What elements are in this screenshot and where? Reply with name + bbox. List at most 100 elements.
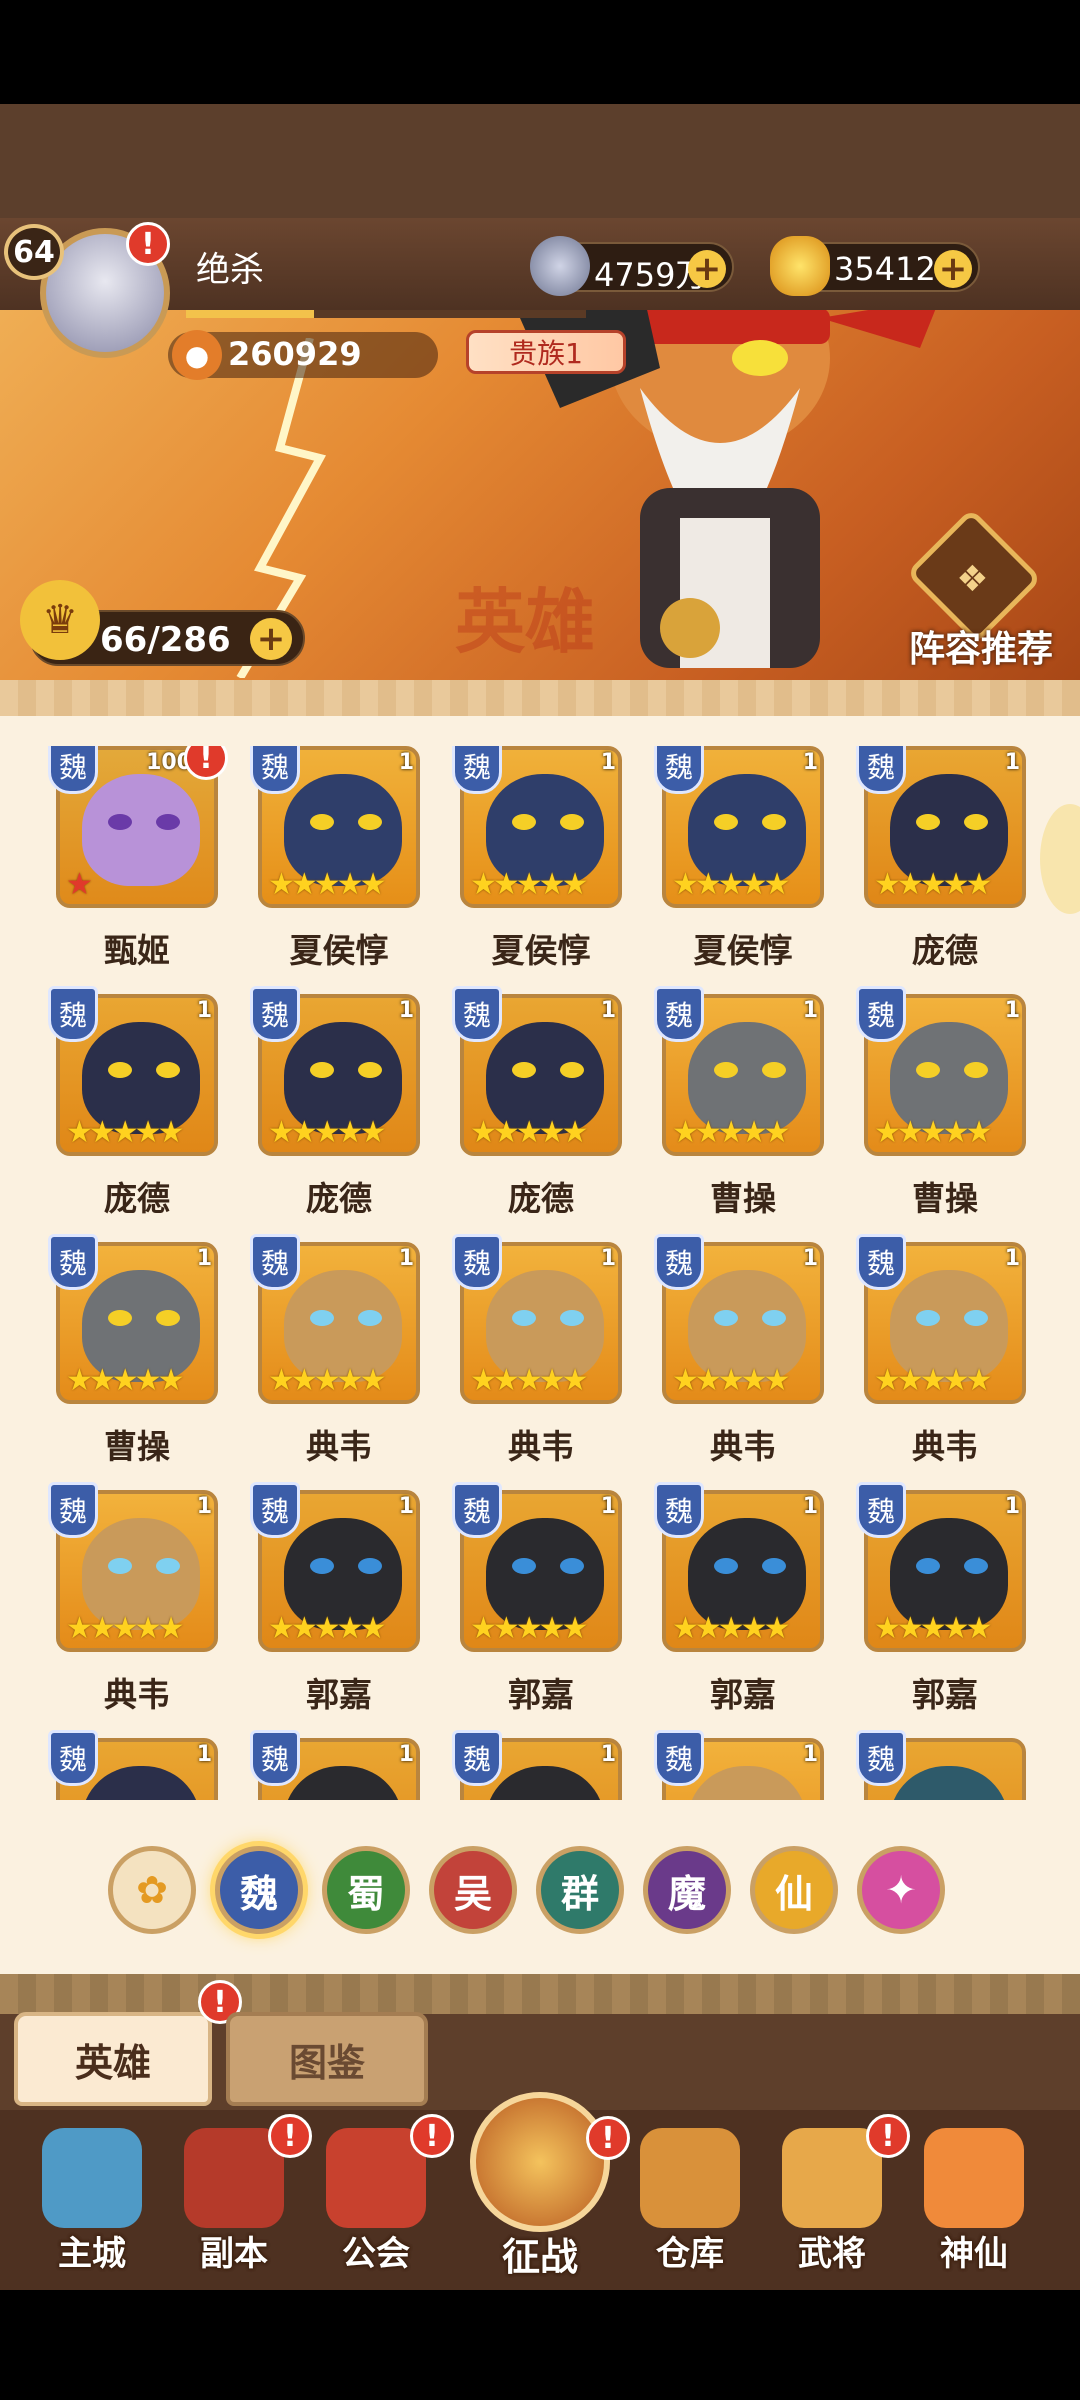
nav-cat-general[interactable]: 武将!	[762, 2114, 910, 2278]
hero-card[interactable]: ★★★★★ 魏 1	[250, 1234, 420, 1404]
hero-card[interactable]: 魏	[856, 1730, 1026, 1800]
tab-codex[interactable]: 图鉴	[226, 2012, 428, 2106]
hero-level: 1	[398, 1246, 414, 1271]
star-rating: ★★★★★	[470, 1115, 589, 1150]
hero-card[interactable]: ★★★★★ 魏 1	[48, 1234, 218, 1404]
hero-card[interactable]: ★★★★★ 魏 1	[452, 986, 622, 1156]
hero-name: 典韦	[104, 1675, 170, 1714]
hero-eye	[156, 1310, 180, 1326]
hero-card[interactable]: ★★★★★ 魏 1	[250, 1482, 420, 1652]
nav-label: 征战	[501, 2235, 578, 2279]
hero-face	[82, 774, 200, 886]
hero-level: 1	[802, 1494, 818, 1519]
hero-card[interactable]: ★ 魏 100!	[48, 746, 228, 908]
faction-wei-badge: 魏	[452, 1234, 502, 1290]
hero-face	[284, 1766, 402, 1800]
filter-label: 仙	[774, 1871, 813, 1916]
hero-eye	[762, 814, 786, 830]
nav-bag[interactable]: 仓库	[620, 2118, 760, 2278]
nav-alert-icon: !	[410, 2114, 454, 2158]
power-value: 260929	[228, 335, 362, 373]
add-gold-button[interactable]: +	[934, 249, 972, 289]
faction-wei-badge: 魏	[250, 986, 300, 1042]
spirit-filter-button[interactable]: ✦	[857, 1846, 945, 1934]
hero-card[interactable]: ★★★★★ 魏 1	[654, 1482, 824, 1652]
hero-name: 夏侯惇	[491, 931, 591, 970]
paw-icon: ●	[172, 330, 222, 380]
hero-level: 1	[398, 1742, 414, 1767]
nav-label: 神仙	[940, 2234, 1008, 2274]
hero-name: 典韦	[508, 1427, 574, 1466]
faction-wei-badge: 魏	[856, 1730, 906, 1786]
hero-card[interactable]: 魏1	[48, 1730, 218, 1800]
hero-card[interactable]: ★★★★★ 魏 1	[856, 1234, 1026, 1404]
filter-2[interactable]: 蜀	[322, 1846, 410, 1934]
paw-filter-button[interactable]: ✿	[108, 1846, 196, 1934]
hero-eye	[310, 1062, 334, 1078]
hero-card[interactable]: ★★★★★ 魏 1	[250, 746, 420, 908]
hero-card[interactable]: ★★★★★ 魏 1	[654, 1234, 824, 1404]
hero-card[interactable]: ★★★★★ 魏 1	[856, 1482, 1026, 1652]
hero-card[interactable]: ★★★★★ 魏 1	[48, 1482, 218, 1652]
hero-level: 1	[600, 998, 616, 1023]
filter-4[interactable]: 群	[536, 1846, 624, 1934]
nav-flag[interactable]: 公会!	[306, 2114, 454, 2278]
star-rating: ★★★★★	[874, 1363, 993, 1398]
hero-level: 1	[600, 1246, 616, 1271]
nav-campaign[interactable]: 征战!	[458, 2092, 630, 2282]
filter-6[interactable]: 仙	[750, 1846, 838, 1934]
faction-wei-badge: 魏	[250, 1482, 300, 1538]
faction-wei-badge: 魏	[856, 1234, 906, 1290]
hero-eye	[916, 814, 940, 830]
lineup-recommend-button[interactable]: ❖ 阵容推荐	[886, 508, 1076, 670]
hero-eye	[310, 1558, 334, 1574]
hero-eye	[916, 1558, 940, 1574]
hero-name: 典韦	[912, 1427, 978, 1466]
filter-5[interactable]: 魔	[643, 1846, 731, 1934]
tab-heroes[interactable]: 英雄	[14, 2012, 212, 2106]
gold-currency: 35412 +	[770, 236, 980, 296]
nav-castle[interactable]: 主城	[22, 2118, 162, 2278]
hero-level: 1	[600, 1742, 616, 1767]
star-rating: ★★★★★	[66, 1363, 185, 1398]
hero-card[interactable]: 魏1	[452, 1730, 622, 1800]
nav-cat-immortal[interactable]: 神仙	[904, 2118, 1044, 2278]
hero-eye	[560, 1062, 584, 1078]
hero-eye	[512, 1310, 536, 1326]
hero-card[interactable]: ★★★★★ 魏 1	[654, 746, 824, 908]
hero-card[interactable]: ★★★★★ 魏 1	[48, 986, 218, 1156]
hero-card[interactable]: ★★★★★ 魏 1	[250, 986, 420, 1156]
hero-eye	[762, 1558, 786, 1574]
hero-level: 1	[196, 1494, 212, 1519]
hero-eye	[964, 1558, 988, 1574]
add-hero-slot-button[interactable]: +	[250, 618, 292, 660]
hero-card[interactable]: 魏1	[250, 1730, 420, 1800]
banner-watermark: 英雄	[455, 581, 595, 663]
hero-name: 曹操	[710, 1179, 776, 1218]
filter-1[interactable]: 魏	[215, 1846, 303, 1934]
hero-card[interactable]: ★★★★★ 魏 1	[856, 746, 1026, 908]
star-rating: ★★★★★	[874, 1611, 993, 1646]
hero-card[interactable]: ★★★★★ 魏 1	[452, 1482, 622, 1652]
hero-eye	[714, 1558, 738, 1574]
hero-level: 1	[802, 1246, 818, 1271]
nav-sword[interactable]: 副本!	[164, 2114, 312, 2278]
faction-wei-badge: 魏	[48, 986, 98, 1042]
hero-card[interactable]: ★★★★★ 魏 1	[452, 1234, 622, 1404]
hero-level: 1	[196, 998, 212, 1023]
hero-name: 郭嘉	[306, 1675, 372, 1714]
player-level: 64	[4, 224, 64, 280]
star-rating: ★★★★★	[672, 1363, 791, 1398]
faction-wei-badge: 魏	[452, 1730, 502, 1786]
hero-eye	[156, 1062, 180, 1078]
hero-eye	[310, 814, 334, 830]
hero-grid[interactable]: ★ 魏 100! 甄姬 ★★★★★ 魏 1 夏侯惇 ★★★★★ 魏 1 夏侯惇 ★★★★★ 魏 1 夏侯惇 ★★…	[0, 746, 1080, 1800]
hero-card[interactable]: ★★★★★ 魏 1	[654, 986, 824, 1156]
hero-card[interactable]: ★★★★★ 魏 1	[452, 746, 622, 908]
noble-badge[interactable]: 贵族1	[466, 330, 626, 374]
hero-card[interactable]: 魏1	[654, 1730, 824, 1800]
add-coins-button[interactable]: +	[688, 249, 726, 289]
hero-name: 曹操	[912, 1179, 978, 1218]
hero-card[interactable]: ★★★★★ 魏 1	[856, 986, 1026, 1156]
filter-3[interactable]: 吴	[429, 1846, 517, 1934]
